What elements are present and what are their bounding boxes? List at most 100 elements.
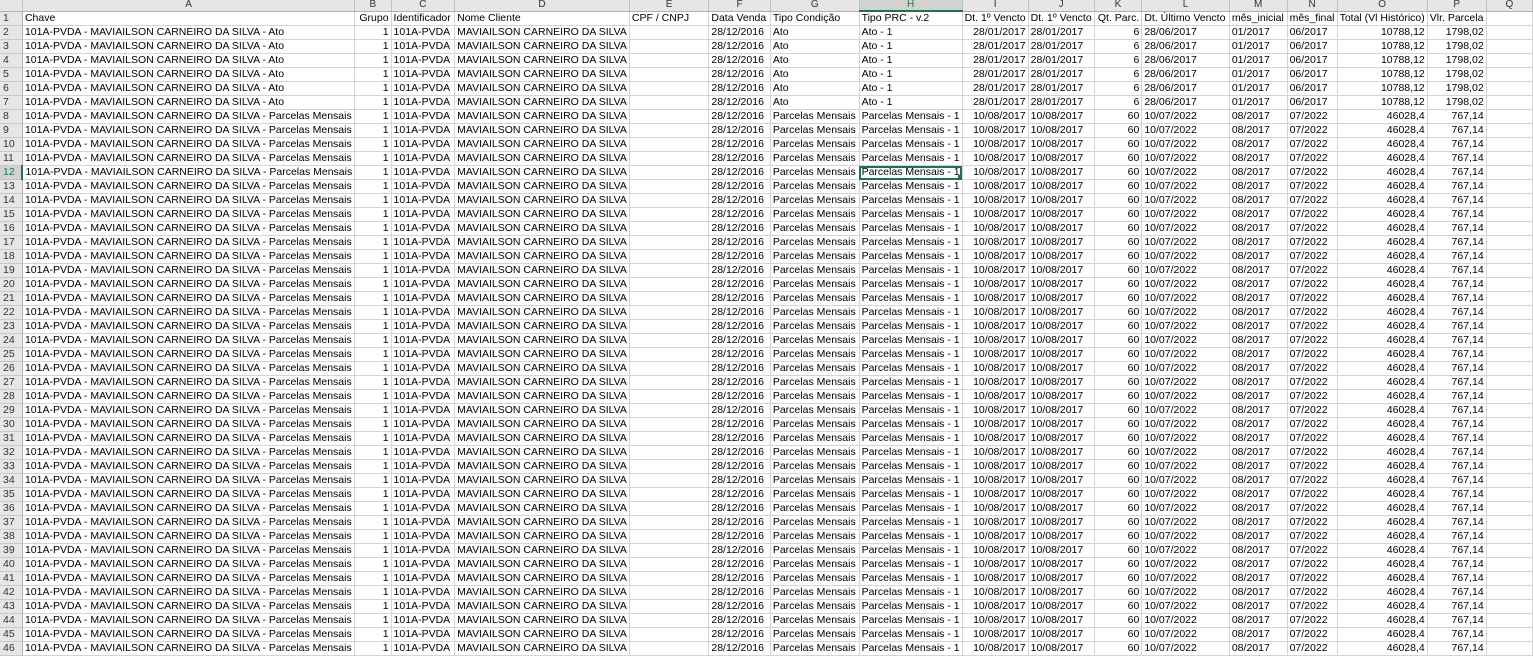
cell-n[interactable]: 06/2017 xyxy=(1287,95,1338,110)
cell-g[interactable]: Parcelas Mensais xyxy=(770,207,860,222)
cell-g[interactable]: Parcelas Mensais xyxy=(770,319,860,334)
cell-o[interactable]: 46028,4 xyxy=(1337,459,1428,474)
row-header[interactable]: 18 xyxy=(0,249,23,264)
row-header[interactable]: 15 xyxy=(0,207,23,222)
cell-g[interactable]: Parcelas Mensais xyxy=(770,641,860,656)
row-header[interactable]: 33 xyxy=(0,459,23,474)
column-header-k[interactable]: K xyxy=(1094,0,1143,12)
cell-l[interactable]: 28/06/2017 xyxy=(1141,39,1230,54)
cell-b[interactable]: 1 xyxy=(354,81,392,96)
cell-p[interactable]: 767,14 xyxy=(1427,641,1487,656)
cell-g[interactable]: Parcelas Mensais xyxy=(770,109,860,124)
cell-j[interactable]: 28/01/2017 xyxy=(1028,81,1095,96)
cell-n[interactable]: 07/2022 xyxy=(1287,459,1338,474)
cell-i[interactable]: 10/08/2017 xyxy=(962,347,1029,362)
cell-j[interactable]: 10/08/2017 xyxy=(1028,445,1095,460)
cell-i[interactable]: 10/08/2017 xyxy=(962,417,1029,432)
cell-j[interactable]: 10/08/2017 xyxy=(1028,151,1095,166)
cell-d[interactable]: MAVIAILSON CARNEIRO DA SILVA xyxy=(454,151,630,166)
cell-b[interactable]: 1 xyxy=(354,487,392,502)
cell-n[interactable]: 07/2022 xyxy=(1287,193,1338,208)
cell-b[interactable]: 1 xyxy=(354,305,392,320)
select-all-corner[interactable] xyxy=(0,0,23,12)
cell-c[interactable]: 101A-PVDA xyxy=(391,543,456,558)
row-header[interactable]: 13 xyxy=(0,179,23,194)
header-cell-l[interactable]: Dt. Último Vencto xyxy=(1141,11,1230,26)
cell-a[interactable]: 101A-PVDA - MAVIAILSON CARNEIRO DA SILVA… xyxy=(22,179,356,194)
row-header[interactable]: 45 xyxy=(0,627,23,642)
cell-m[interactable]: 08/2017 xyxy=(1229,557,1288,572)
cell-o[interactable]: 46028,4 xyxy=(1337,375,1428,390)
cell-o[interactable]: 46028,4 xyxy=(1337,473,1428,488)
cell-b[interactable]: 1 xyxy=(354,501,392,516)
header-cell-n[interactable]: mês_final xyxy=(1287,11,1338,26)
cell-p[interactable]: 767,14 xyxy=(1427,571,1487,586)
cell-e[interactable] xyxy=(629,333,710,348)
cell-p[interactable]: 767,14 xyxy=(1427,347,1487,362)
cell-p[interactable]: 767,14 xyxy=(1427,403,1487,418)
cell-j[interactable]: 10/08/2017 xyxy=(1028,277,1095,292)
cell-m[interactable]: 08/2017 xyxy=(1229,109,1288,124)
cell-l[interactable]: 10/07/2022 xyxy=(1141,263,1230,278)
cell-e[interactable] xyxy=(629,95,710,110)
cell-e[interactable] xyxy=(629,39,710,54)
cell-m[interactable]: 08/2017 xyxy=(1229,347,1288,362)
cell-b[interactable]: 1 xyxy=(354,375,392,390)
cell-q[interactable] xyxy=(1486,319,1533,334)
cell-n[interactable]: 07/2022 xyxy=(1287,515,1338,530)
cell-c[interactable]: 101A-PVDA xyxy=(391,81,456,96)
cell-d[interactable]: MAVIAILSON CARNEIRO DA SILVA xyxy=(454,361,630,376)
cell-l[interactable]: 10/07/2022 xyxy=(1141,641,1230,656)
cell-g[interactable]: Parcelas Mensais xyxy=(770,151,860,166)
cell-b[interactable]: 1 xyxy=(354,473,392,488)
cell-l[interactable]: 10/07/2022 xyxy=(1141,417,1230,432)
row-header[interactable]: 38 xyxy=(0,529,23,544)
cell-g[interactable]: Parcelas Mensais xyxy=(770,389,860,404)
cell-i[interactable]: 10/08/2017 xyxy=(962,263,1029,278)
cell-m[interactable]: 01/2017 xyxy=(1229,39,1288,54)
cell-e[interactable] xyxy=(629,627,710,642)
cell-q[interactable] xyxy=(1486,543,1533,558)
cell-k[interactable]: 60 xyxy=(1094,473,1143,488)
cell-p[interactable]: 767,14 xyxy=(1427,389,1487,404)
cell-c[interactable]: 101A-PVDA xyxy=(391,613,456,628)
cell-n[interactable]: 07/2022 xyxy=(1287,361,1338,376)
cell-e[interactable] xyxy=(629,431,710,446)
cell-m[interactable]: 08/2017 xyxy=(1229,249,1288,264)
cell-i[interactable]: 10/08/2017 xyxy=(962,473,1029,488)
cell-o[interactable]: 46028,4 xyxy=(1337,249,1428,264)
cell-i[interactable]: 10/08/2017 xyxy=(962,585,1029,600)
cell-n[interactable]: 07/2022 xyxy=(1287,585,1338,600)
row-header[interactable]: 27 xyxy=(0,375,23,390)
cell-n[interactable]: 07/2022 xyxy=(1287,613,1338,628)
cell-o[interactable]: 46028,4 xyxy=(1337,193,1428,208)
cell-h[interactable]: Parcelas Mensais - 1 xyxy=(859,151,963,166)
cell-a[interactable]: 101A-PVDA - MAVIAILSON CARNEIRO DA SILVA… xyxy=(22,305,356,320)
cell-i[interactable]: 10/08/2017 xyxy=(962,123,1029,138)
cell-e[interactable] xyxy=(629,319,710,334)
cell-m[interactable]: 08/2017 xyxy=(1229,375,1288,390)
cell-q[interactable] xyxy=(1486,599,1533,614)
cell-n[interactable]: 07/2022 xyxy=(1287,627,1338,642)
cell-h[interactable]: Parcelas Mensais - 1 xyxy=(859,515,963,530)
cell-o[interactable]: 46028,4 xyxy=(1337,165,1428,180)
cell-j[interactable]: 10/08/2017 xyxy=(1028,305,1095,320)
cell-p[interactable]: 1798,02 xyxy=(1427,53,1487,68)
cell-h[interactable]: Parcelas Mensais - 1 xyxy=(859,207,963,222)
cell-f[interactable]: 28/12/2016 xyxy=(708,207,771,222)
cell-g[interactable]: Parcelas Mensais xyxy=(770,193,860,208)
cell-d[interactable]: MAVIAILSON CARNEIRO DA SILVA xyxy=(454,473,630,488)
cell-g[interactable]: Parcelas Mensais xyxy=(770,291,860,306)
cell-n[interactable]: 07/2022 xyxy=(1287,221,1338,236)
cell-n[interactable]: 07/2022 xyxy=(1287,473,1338,488)
cell-a[interactable]: 101A-PVDA - MAVIAILSON CARNEIRO DA SILVA… xyxy=(22,459,356,474)
cell-f[interactable]: 28/12/2016 xyxy=(708,529,771,544)
cell-k[interactable]: 60 xyxy=(1094,515,1143,530)
cell-i[interactable]: 10/08/2017 xyxy=(962,599,1029,614)
cell-h[interactable]: Parcelas Mensais - 1 xyxy=(859,235,963,250)
cell-m[interactable]: 08/2017 xyxy=(1229,515,1288,530)
cell-c[interactable]: 101A-PVDA xyxy=(391,557,456,572)
cell-k[interactable]: 6 xyxy=(1094,53,1143,68)
cell-f[interactable]: 28/12/2016 xyxy=(708,235,771,250)
cell-p[interactable]: 767,14 xyxy=(1427,137,1487,152)
